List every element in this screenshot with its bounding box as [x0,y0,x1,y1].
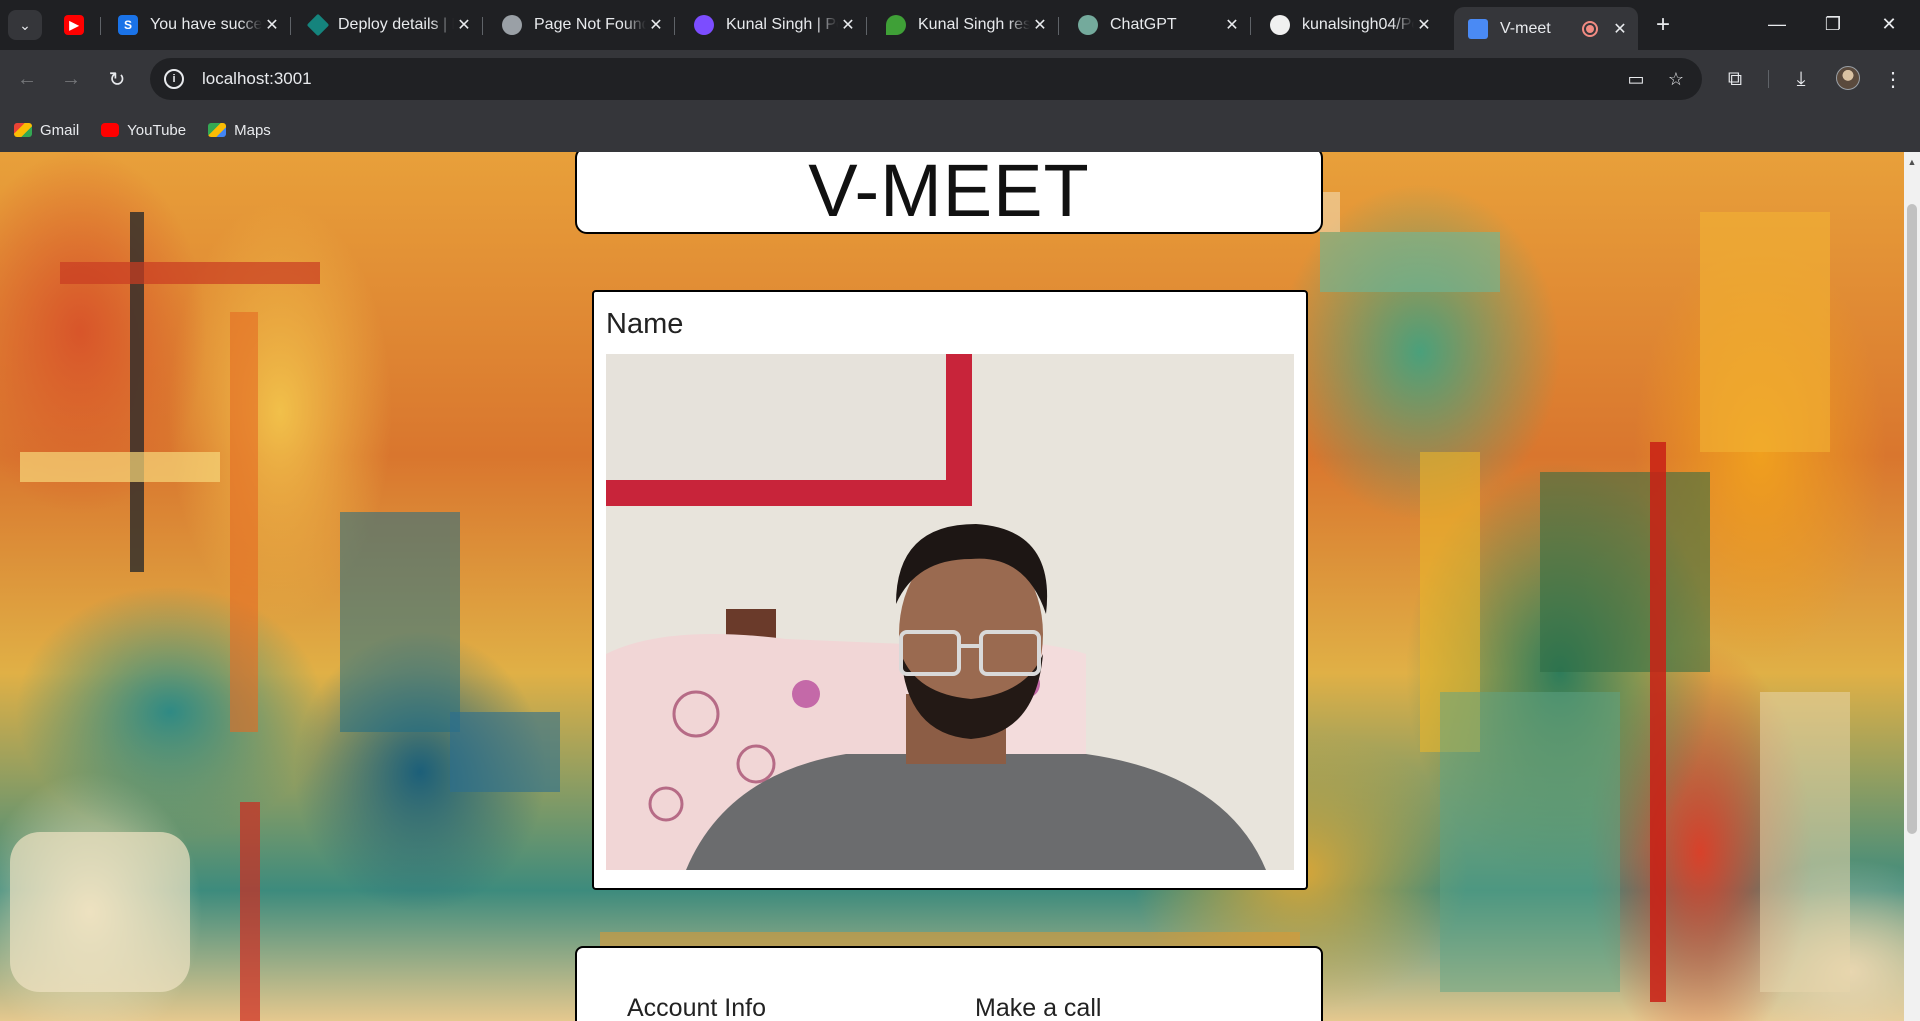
plus-icon: + [1655,11,1670,38]
download-icon[interactable]: ⤓ [1786,64,1816,94]
bookmarks-bar: Gmail YouTube Maps [0,108,1920,152]
extensions-icon[interactable]: ⧉ [1720,64,1750,94]
page-scrollbar[interactable]: ▲ [1904,152,1920,1021]
arrow-right-icon: → [61,67,81,90]
mongodb-icon [886,15,906,35]
controls-card: Account Info Make a call [575,946,1323,1021]
vmeet-icon [1468,18,1488,39]
chatgpt-icon [1078,15,1098,35]
make-call-label: Make a call [975,994,1102,1021]
close-icon[interactable]: ✕ [1414,15,1434,35]
address-bar[interactable]: i localhost:3001 ▭ ☆ [150,58,1702,100]
restore-icon: ❐ [1824,13,1842,34]
tab-6[interactable]: ChatGPT ✕ [1064,7,1251,43]
video-card: Name [592,290,1308,890]
site-info-icon[interactable]: i [164,69,184,89]
tab-title: V-meet [1500,19,1551,37]
bookmark-star-icon[interactable]: ☆ [1662,65,1690,93]
url-text[interactable]: localhost:3001 [202,69,1622,89]
recording-icon [1582,20,1598,37]
scroll-up-icon[interactable]: ▲ [1904,156,1920,168]
bookmark-maps[interactable]: Maps [208,122,271,139]
page-viewport: V-MEET Name Account Info Make a call [0,152,1904,1021]
tab-title: Deploy details | Netlify [338,16,454,33]
minimize-button[interactable]: — [1754,6,1800,42]
close-icon[interactable]: ✕ [646,15,666,35]
youtube-icon [101,123,120,137]
close-icon[interactable]: ✕ [1610,19,1630,39]
account-info-label: Account Info [627,994,766,1021]
gmail-icon [14,123,32,137]
reload-icon: ↻ [108,68,126,91]
close-icon[interactable]: ✕ [262,15,282,35]
tab-2[interactable]: Deploy details | Netlify ✕ [296,7,483,43]
tab-title: You have successfully [150,16,262,33]
webcam-video [606,354,1294,870]
globe-icon [502,15,522,35]
close-icon[interactable]: ✕ [838,15,858,35]
tab-4[interactable]: Kunal Singh | Portfolio ✕ [680,7,867,43]
youtube-icon: ▶ [64,15,84,35]
maps-icon [208,123,227,137]
app-header: V-MEET [575,152,1323,234]
close-icon[interactable]: ✕ [1030,15,1050,35]
camera-in-use-icon[interactable]: ▭ [1622,65,1650,93]
reload-button[interactable]: ↻ [100,62,134,96]
tab-strip: ⌄ ▶ S You have successfully ✕ Deploy det… [0,0,1920,50]
s-app-icon: S [118,15,138,35]
github-icon [1270,15,1290,35]
profile-avatar[interactable] [1836,66,1860,90]
close-icon[interactable]: ✕ [1222,15,1242,35]
close-icon[interactable]: ✕ [454,15,474,35]
video-name-label: Name [606,308,684,340]
close-icon: ✕ [1881,13,1897,34]
tab-title: kunalsingh04/Portfolio [1302,16,1414,33]
tab-title: ChatGPT [1110,16,1177,33]
tab-5[interactable]: Kunal Singh resume ✕ [872,7,1059,43]
chevron-down-icon: ⌄ [19,16,31,33]
back-button[interactable]: ← [10,62,44,96]
bookmark-label: Maps [234,121,271,139]
bookmark-gmail[interactable]: Gmail [14,122,79,139]
forward-button[interactable]: → [54,62,88,96]
scroll-thumb[interactable] [1907,204,1917,834]
tab-youtube[interactable]: ▶ [52,7,101,43]
bookmark-label: YouTube [127,121,187,139]
bookmark-label: Gmail [40,121,80,139]
portfolio-icon [694,15,714,35]
tab-title: Kunal Singh resume [918,16,1030,33]
menu-icon[interactable]: ⋮ [1878,64,1908,94]
tab-3[interactable]: Page Not Found ✕ [488,7,675,43]
restore-button[interactable]: ❐ [1810,6,1856,42]
tab-title: Kunal Singh | Portfolio [726,16,838,33]
tab-vmeet[interactable]: V-meet ✕ [1454,7,1638,50]
tab-search-button[interactable]: ⌄ [8,10,42,40]
netlify-icon [306,13,330,37]
app-title: V-MEET [808,152,1090,232]
browser-toolbar: ← → ↻ i localhost:3001 ▭ ☆ ⧉ ⤓ ⋮ [0,50,1920,108]
close-window-button[interactable]: ✕ [1866,6,1912,42]
bookmark-youtube[interactable]: YouTube [101,122,186,139]
tab-7[interactable]: kunalsingh04/Portfolio ✕ [1256,7,1442,43]
webcam-feed-image [606,354,1294,870]
minimize-icon: — [1768,13,1786,34]
tab-1[interactable]: S You have successfully ✕ [104,7,291,43]
new-tab-button[interactable]: + [1648,10,1678,40]
tab-title: Page Not Found [534,16,646,33]
arrow-left-icon: ← [17,67,37,90]
